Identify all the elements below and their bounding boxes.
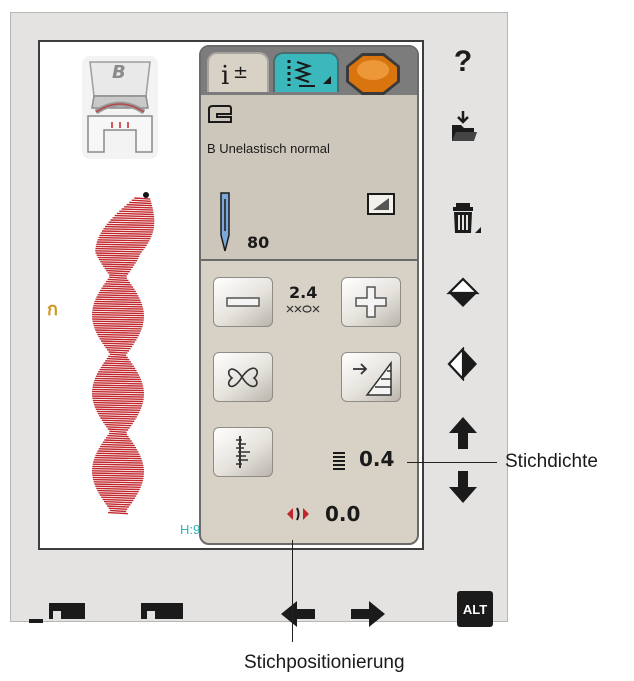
tab-spool[interactable] <box>343 52 411 95</box>
position-icon <box>287 507 309 521</box>
density-callout: Stichdichte <box>505 451 598 472</box>
tie-off-icon <box>227 367 258 388</box>
minus-icon <box>226 297 260 307</box>
increase-width-button[interactable] <box>341 277 401 327</box>
touch-screen: B ก H:9 i ± B Unelastisch normal 80 2.4 … <box>38 40 424 550</box>
arrow-up-icon[interactable] <box>443 415 483 451</box>
machine-display: B ก H:9 i ± B Unelastisch normal 80 2.4 … <box>10 12 508 627</box>
stitch-width-icon <box>286 305 320 313</box>
taper-button[interactable] <box>341 352 401 402</box>
presser-foot-letter: B <box>112 62 126 83</box>
presser-foot-card: B <box>82 56 158 159</box>
decrease-width-button[interactable] <box>213 277 273 327</box>
stitch-density-icon <box>333 452 345 470</box>
mirror-horizontal-icon[interactable] <box>443 347 483 381</box>
arrow-left-icon[interactable] <box>279 599 319 629</box>
needle-size-value: 80 <box>247 233 270 252</box>
density-callout-line <box>407 462 497 463</box>
svg-text:±: ± <box>233 62 248 83</box>
plus-icon <box>355 286 387 318</box>
settings-panel: i ± B Unelastisch normal 80 2.4 0.4 0.0 <box>199 45 419 545</box>
fabric-selection[interactable]: B Unelastisch normal <box>201 95 417 185</box>
taper-icon <box>353 360 392 396</box>
position-callout: Stichpositionierung <box>244 652 405 673</box>
hoop-icon[interactable]: ก <box>47 294 58 323</box>
density-icon <box>236 436 250 468</box>
stitch-height-label: H:9 <box>180 522 201 537</box>
alt-icon: ALT <box>462 601 488 617</box>
stitch-restart-icon[interactable] <box>135 599 185 627</box>
tab-info[interactable]: i ± <box>207 52 269 92</box>
svg-text:i: i <box>221 61 229 91</box>
position-callout-line <box>292 540 293 642</box>
tab-stitch[interactable] <box>273 52 339 92</box>
density-button[interactable] <box>213 427 273 477</box>
tie-off-button[interactable] <box>213 352 273 402</box>
alt-button[interactable]: ALT <box>457 591 493 627</box>
sewing-machine-icon <box>208 105 232 123</box>
needle-settings: 80 <box>201 183 417 261</box>
delete-icon[interactable] <box>443 199 483 239</box>
stitch-position-value: 0.0 <box>325 502 361 526</box>
tab-bar: i ± <box>201 47 417 95</box>
help-icon[interactable]: ? <box>443 45 483 79</box>
arrow-down-icon[interactable] <box>443 469 483 505</box>
stitch-tab-icon <box>287 60 331 87</box>
mirror-icon[interactable] <box>367 193 395 215</box>
stitch-density-value: 0.4 <box>359 447 395 471</box>
stitch-preview[interactable] <box>70 192 170 522</box>
load-icon[interactable] <box>443 111 483 145</box>
info-tab-icon: i ± <box>221 61 248 91</box>
spool-tab-icon <box>346 53 400 95</box>
fabric-label: B Unelastisch normal <box>207 141 330 156</box>
stitch-width-value: 2.4 <box>289 283 318 302</box>
start-of-pattern-icon[interactable] <box>27 599 87 627</box>
arrow-right-icon[interactable] <box>347 599 387 629</box>
mirror-vertical-icon[interactable] <box>443 277 483 309</box>
needle-icon <box>220 192 230 252</box>
